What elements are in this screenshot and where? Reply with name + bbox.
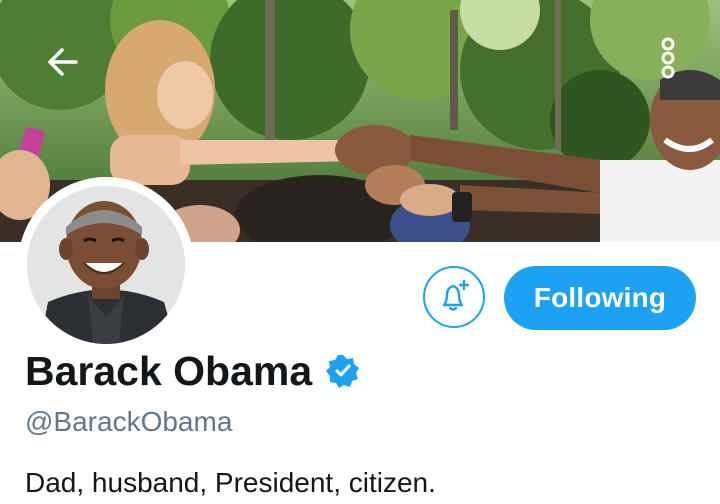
vertical-dots-icon bbox=[661, 37, 675, 79]
profile-bio: Dad, husband, President, citizen. bbox=[25, 467, 436, 498]
arrow-left-icon bbox=[48, 48, 78, 76]
display-name: Barack Obama bbox=[25, 347, 313, 394]
notifications-bell-button[interactable] bbox=[423, 266, 485, 328]
bell-plus-icon bbox=[442, 279, 470, 311]
verified-badge-icon bbox=[326, 355, 360, 388]
back-button[interactable] bbox=[38, 38, 90, 90]
profile-page: Following Barack Obama @BarackObama Dad,… bbox=[0, 0, 720, 504]
name-row: Barack Obama bbox=[25, 346, 360, 396]
more-options-button[interactable] bbox=[650, 32, 686, 84]
avatar[interactable] bbox=[18, 177, 194, 353]
username-handle: @BarackObama bbox=[25, 406, 233, 437]
following-button[interactable]: Following bbox=[504, 266, 696, 330]
